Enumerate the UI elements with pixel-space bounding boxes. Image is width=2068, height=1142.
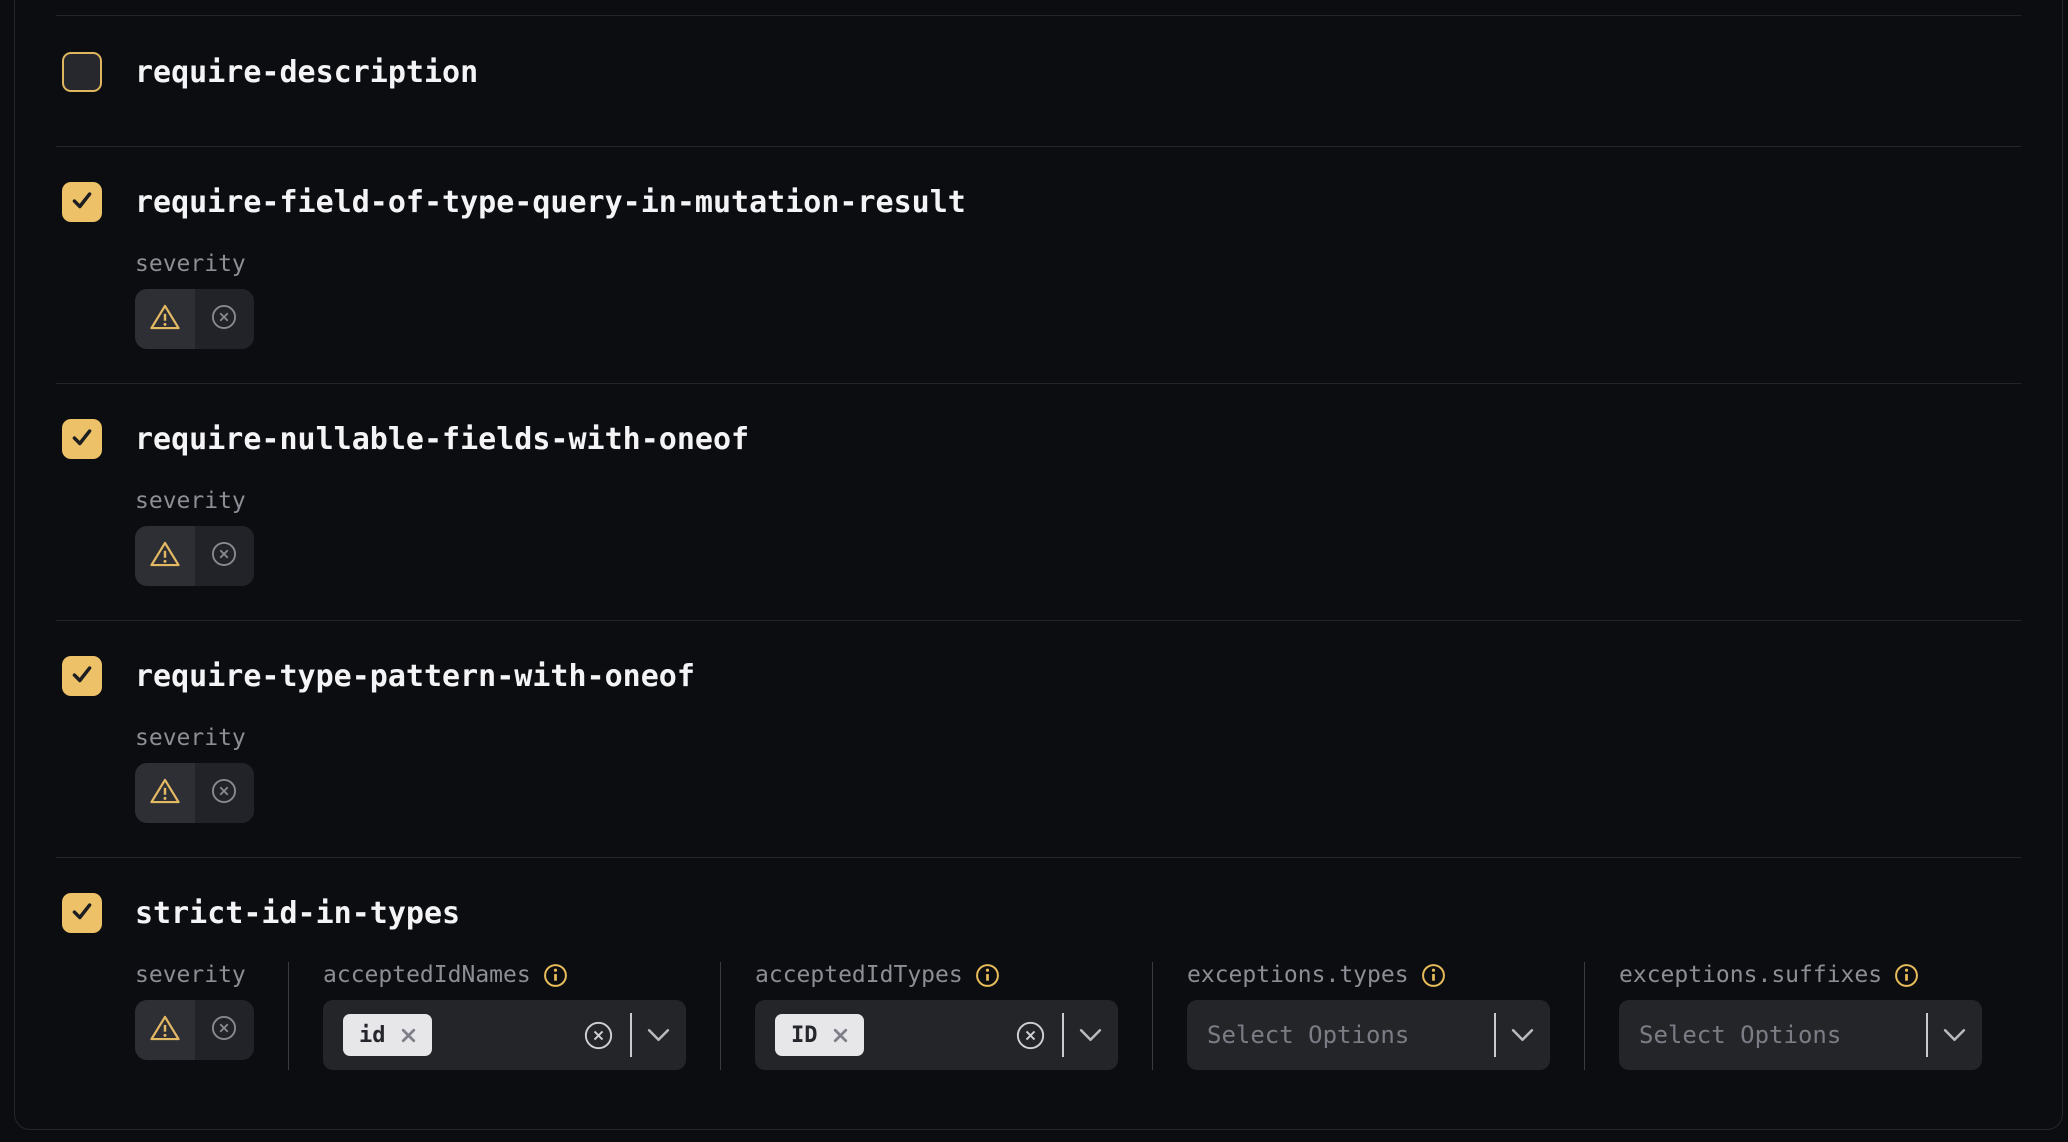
- severity-off-segment[interactable]: [195, 1000, 255, 1060]
- selected-tag: ID: [775, 1014, 864, 1056]
- severity-off-segment[interactable]: [195, 526, 255, 586]
- severity-column: severity: [135, 962, 254, 1070]
- chevron-down-icon[interactable]: [1079, 1028, 1102, 1042]
- tag-value: ID: [791, 1023, 818, 1048]
- severity-off-segment[interactable]: [195, 763, 255, 823]
- rule-row: require-description: [56, 16, 2021, 146]
- multiselect-acceptedIdTypes[interactable]: ID: [755, 1000, 1118, 1070]
- select-placeholder: Select Options: [1639, 1021, 1910, 1049]
- column-separator: [1152, 962, 1153, 1070]
- circle-x-icon: [210, 1014, 238, 1046]
- warning-triangle-icon: [149, 1013, 181, 1047]
- selected-tag: id: [343, 1014, 432, 1056]
- multiselect-exceptions-suffixes[interactable]: Select Options: [1619, 1000, 1982, 1070]
- severity-control: [135, 526, 254, 586]
- severity-label: severity: [135, 962, 254, 988]
- severity-label: severity: [135, 488, 2021, 514]
- severity-warn-segment[interactable]: [135, 289, 195, 349]
- severity-label: severity: [135, 725, 2021, 751]
- rule-name: strict-id-in-types: [135, 896, 460, 931]
- rule-row: require-type-pattern-with-oneof severity: [56, 621, 2021, 857]
- dropdown-separator: [1926, 1013, 1928, 1057]
- check-icon: [69, 424, 95, 454]
- tag-value: id: [359, 1023, 386, 1048]
- rule-name: require-description: [135, 55, 478, 90]
- chevron-down-icon[interactable]: [647, 1028, 670, 1042]
- dropdown-separator: [1062, 1013, 1064, 1057]
- remove-tag-x-icon[interactable]: [399, 1026, 418, 1045]
- info-icon[interactable]: [543, 963, 568, 988]
- column-separator: [720, 962, 721, 1070]
- rule-checkbox[interactable]: [62, 893, 102, 933]
- option-column-acceptedIdNames: acceptedIdNames id: [323, 962, 686, 1070]
- chevron-down-icon[interactable]: [1511, 1028, 1534, 1042]
- rule-checkbox[interactable]: [62, 52, 102, 92]
- rule-name: require-nullable-fields-with-oneof: [135, 422, 749, 457]
- clear-circle-x-icon[interactable]: [1015, 1020, 1046, 1051]
- severity-warn-segment[interactable]: [135, 763, 195, 823]
- severity-off-segment[interactable]: [195, 289, 255, 349]
- option-label: acceptedIdTypes: [755, 962, 963, 988]
- rule-checkbox[interactable]: [62, 182, 102, 222]
- multiselect-acceptedIdNames[interactable]: id: [323, 1000, 686, 1070]
- option-label: acceptedIdNames: [323, 962, 531, 988]
- info-icon[interactable]: [1421, 963, 1446, 988]
- option-column-exceptions-types: exceptions.types Select Options: [1187, 962, 1550, 1070]
- rules-config-panel: require-description require-field-of-typ…: [14, 0, 2063, 1130]
- rule-checkbox[interactable]: [62, 656, 102, 696]
- column-separator: [1584, 962, 1585, 1070]
- select-placeholder: Select Options: [1207, 1021, 1478, 1049]
- clear-circle-x-icon[interactable]: [583, 1020, 614, 1051]
- check-icon: [69, 661, 95, 691]
- rule-row: require-nullable-fields-with-oneof sever…: [56, 384, 2021, 620]
- dropdown-separator: [1494, 1013, 1496, 1057]
- rule-options-row: severity: [135, 962, 2021, 1070]
- rule-row: strict-id-in-types severity: [56, 858, 2021, 1104]
- severity-label: severity: [135, 251, 2021, 277]
- rule-name: require-type-pattern-with-oneof: [135, 659, 695, 694]
- warning-triangle-icon: [149, 539, 181, 573]
- info-icon[interactable]: [1894, 963, 1919, 988]
- severity-warn-segment[interactable]: [135, 526, 195, 586]
- severity-control: [135, 289, 254, 349]
- chevron-down-icon[interactable]: [1943, 1028, 1966, 1042]
- severity-warn-segment[interactable]: [135, 1000, 195, 1060]
- option-column-acceptedIdTypes: acceptedIdTypes ID: [755, 962, 1118, 1070]
- severity-control: [135, 1000, 254, 1060]
- warning-triangle-icon: [149, 302, 181, 336]
- remove-tag-x-icon[interactable]: [831, 1026, 850, 1045]
- warning-triangle-icon: [149, 776, 181, 810]
- multiselect-exceptions-types[interactable]: Select Options: [1187, 1000, 1550, 1070]
- circle-x-icon: [210, 777, 238, 809]
- circle-x-icon: [210, 540, 238, 572]
- option-label: exceptions.types: [1187, 962, 1409, 988]
- check-icon: [69, 187, 95, 217]
- check-icon: [69, 898, 95, 928]
- rule-name: require-field-of-type-query-in-mutation-…: [135, 185, 966, 220]
- option-column-exceptions-suffixes: exceptions.suffixes Select Options: [1619, 962, 1982, 1070]
- severity-control: [135, 763, 254, 823]
- option-label: exceptions.suffixes: [1619, 962, 1882, 988]
- rule-checkbox[interactable]: [62, 419, 102, 459]
- info-icon[interactable]: [975, 963, 1000, 988]
- dropdown-separator: [630, 1013, 632, 1057]
- circle-x-icon: [210, 303, 238, 335]
- rule-row: require-field-of-type-query-in-mutation-…: [56, 147, 2021, 383]
- column-separator: [288, 962, 289, 1070]
